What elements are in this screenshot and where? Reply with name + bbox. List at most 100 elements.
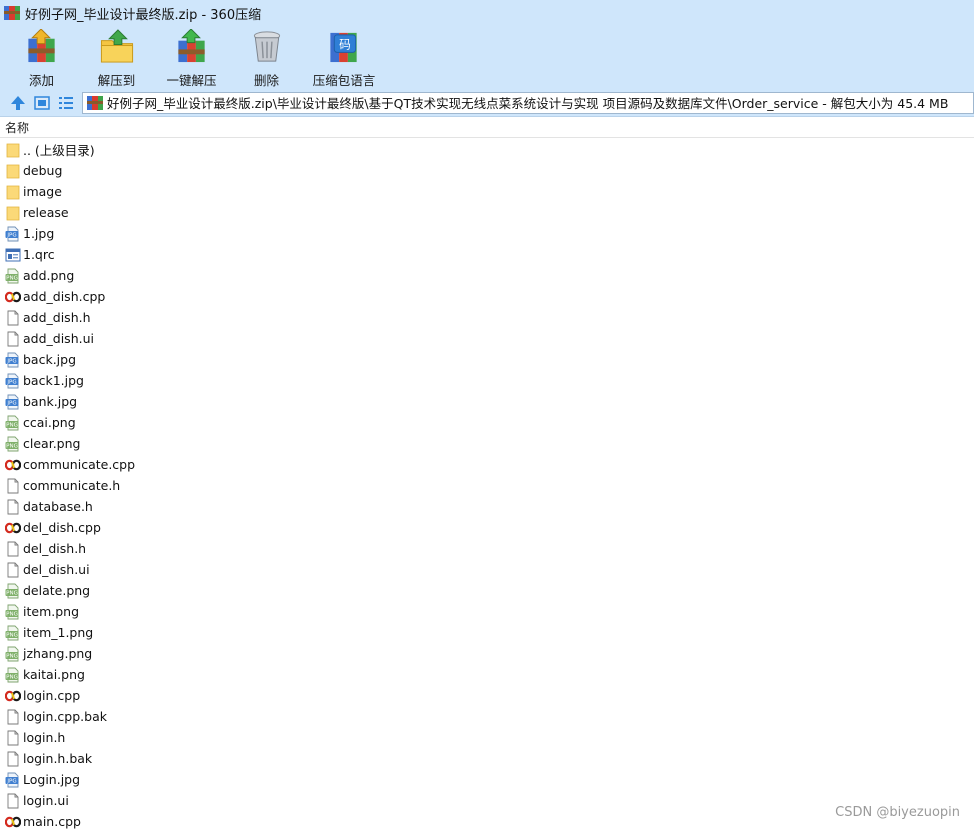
file-name: kaitai.png bbox=[23, 667, 85, 682]
file-name: database.h bbox=[23, 499, 93, 514]
file-row[interactable]: communicate.h bbox=[0, 475, 974, 496]
name-column-header[interactable]: 名称 bbox=[0, 118, 974, 138]
file-name: login.h.bak bbox=[23, 751, 93, 766]
file-name: login.ui bbox=[23, 793, 69, 808]
extract-to-button-label: 解压到 bbox=[97, 73, 136, 88]
file-row[interactable]: JPG Login.jpg bbox=[0, 769, 974, 790]
file-name: login.cpp bbox=[23, 688, 81, 703]
file-row[interactable]: image bbox=[0, 181, 974, 202]
file-name: jzhang.png bbox=[23, 646, 93, 661]
path-field[interactable]: 好例子网_毕业设计最终版.zip\毕业设计最终版\基于QT技术实现无线点菜系统设… bbox=[82, 91, 974, 114]
cpp-file-icon bbox=[4, 457, 22, 473]
cpp-file-icon bbox=[4, 520, 22, 536]
up-level-button[interactable] bbox=[6, 92, 30, 114]
file-row[interactable]: 1.qrc bbox=[0, 244, 974, 265]
file-row[interactable]: JPG back.jpg bbox=[0, 349, 974, 370]
add-button[interactable]: 添加 bbox=[4, 26, 79, 89]
path-text: 好例子网_毕业设计最终版.zip\毕业设计最终版\基于QT技术实现无线点菜系统设… bbox=[107, 96, 949, 111]
cpp-file-icon bbox=[4, 688, 22, 704]
png-file-icon: PNG bbox=[5, 436, 21, 452]
folder-icon bbox=[5, 142, 21, 158]
file-row[interactable]: communicate.cpp bbox=[0, 454, 974, 475]
file-icon bbox=[5, 499, 21, 515]
cpp-file-icon bbox=[4, 814, 22, 830]
file-row[interactable]: login.h.bak bbox=[0, 748, 974, 769]
file-name: back1.jpg bbox=[23, 373, 84, 388]
title-bar: 好例子网_毕业设计最终版.zip - 360压缩 bbox=[0, 0, 974, 26]
file-row[interactable]: del_dish.cpp bbox=[0, 517, 974, 538]
png-file-icon: PNG bbox=[5, 646, 21, 662]
one-click-extract-button[interactable]: 一键解压 bbox=[154, 26, 229, 89]
file-name: add_dish.h bbox=[23, 310, 91, 325]
png-file-icon: PNG bbox=[5, 583, 21, 599]
archive-language-button[interactable]: 码 压缩包语言 bbox=[304, 26, 384, 89]
list-view-icon bbox=[59, 96, 73, 109]
file-icon bbox=[5, 541, 21, 557]
file-row[interactable]: PNG kaitai.png bbox=[0, 664, 974, 685]
file-name: add_dish.ui bbox=[23, 331, 94, 346]
archive-icon bbox=[87, 95, 103, 110]
file-icon bbox=[5, 793, 21, 809]
file-icon bbox=[5, 751, 21, 767]
file-row[interactable]: PNG delate.png bbox=[0, 580, 974, 601]
file-row[interactable]: login.cpp.bak bbox=[0, 706, 974, 727]
file-row[interactable]: JPG 1.jpg bbox=[0, 223, 974, 244]
file-row[interactable]: .. (上级目录) bbox=[0, 139, 974, 160]
extract-to-icon bbox=[100, 29, 133, 63]
watermark: CSDN @biyezuopin bbox=[835, 805, 960, 820]
svg-text:JPG: JPG bbox=[6, 358, 16, 364]
file-row[interactable]: debug bbox=[0, 160, 974, 181]
svg-text:PNG: PNG bbox=[6, 611, 18, 617]
svg-text:JPG: JPG bbox=[6, 232, 16, 238]
file-list: .. (上级目录) debug image release JPG 1.jpg 1.qrc P… bbox=[0, 139, 974, 831]
archive-language-icon: 码 bbox=[330, 32, 357, 63]
file-row[interactable]: PNG item_1.png bbox=[0, 622, 974, 643]
file-name: 1.jpg bbox=[23, 226, 55, 241]
up-arrow-icon bbox=[11, 95, 25, 110]
file-row[interactable]: PNG add.png bbox=[0, 265, 974, 286]
file-row[interactable]: database.h bbox=[0, 496, 974, 517]
thumbnail-view-button[interactable] bbox=[30, 92, 54, 114]
one-click-extract-icon bbox=[177, 29, 205, 63]
file-name: item.png bbox=[23, 604, 80, 619]
window-title: 好例子网_毕业设计最终版.zip - 360压缩 bbox=[25, 7, 262, 23]
svg-text:JPG: JPG bbox=[6, 379, 16, 385]
file-row[interactable]: login.ui bbox=[0, 790, 974, 811]
file-row[interactable]: JPG back1.jpg bbox=[0, 370, 974, 391]
file-row[interactable]: JPG bank.jpg bbox=[0, 391, 974, 412]
svg-text:PNG: PNG bbox=[6, 674, 18, 680]
file-row[interactable]: add_dish.h bbox=[0, 307, 974, 328]
png-file-icon: PNG bbox=[5, 604, 21, 620]
file-row[interactable]: main.cpp bbox=[0, 811, 974, 831]
file-row[interactable]: PNG ccai.png bbox=[0, 412, 974, 433]
main-toolbar: 添加 解压到 一键解压 删除 码 压缩包语言 bbox=[0, 26, 974, 89]
delete-button-label: 删除 bbox=[253, 73, 279, 88]
svg-text:PNG: PNG bbox=[6, 653, 18, 659]
file-row[interactable]: add_dish.cpp bbox=[0, 286, 974, 307]
file-row[interactable]: login.cpp bbox=[0, 685, 974, 706]
extract-to-button[interactable]: 解压到 bbox=[79, 26, 154, 89]
file-icon bbox=[5, 562, 21, 578]
file-row[interactable]: del_dish.ui bbox=[0, 559, 974, 580]
svg-text:PNG: PNG bbox=[6, 275, 18, 281]
list-view-button[interactable] bbox=[54, 92, 78, 114]
jpg-file-icon: JPG bbox=[5, 772, 21, 788]
file-name: del_dish.ui bbox=[23, 562, 90, 577]
file-row[interactable]: PNG jzhang.png bbox=[0, 643, 974, 664]
file-row[interactable]: login.h bbox=[0, 727, 974, 748]
name-column-label: 名称 bbox=[5, 121, 30, 135]
file-row[interactable]: add_dish.ui bbox=[0, 328, 974, 349]
file-row[interactable]: PNG item.png bbox=[0, 601, 974, 622]
cpp-file-icon bbox=[4, 289, 22, 305]
file-row[interactable]: PNG clear.png bbox=[0, 433, 974, 454]
file-row[interactable]: del_dish.h bbox=[0, 538, 974, 559]
delete-button[interactable]: 删除 bbox=[229, 26, 304, 89]
file-row[interactable]: release bbox=[0, 202, 974, 223]
jpg-file-icon: JPG bbox=[5, 394, 21, 410]
file-name: del_dish.cpp bbox=[23, 520, 101, 535]
qrc-file-icon bbox=[5, 247, 21, 263]
file-name: main.cpp bbox=[23, 814, 81, 829]
delete-icon bbox=[253, 31, 280, 62]
archive-language-button-label: 压缩包语言 bbox=[312, 73, 376, 88]
file-name: clear.png bbox=[23, 436, 81, 451]
